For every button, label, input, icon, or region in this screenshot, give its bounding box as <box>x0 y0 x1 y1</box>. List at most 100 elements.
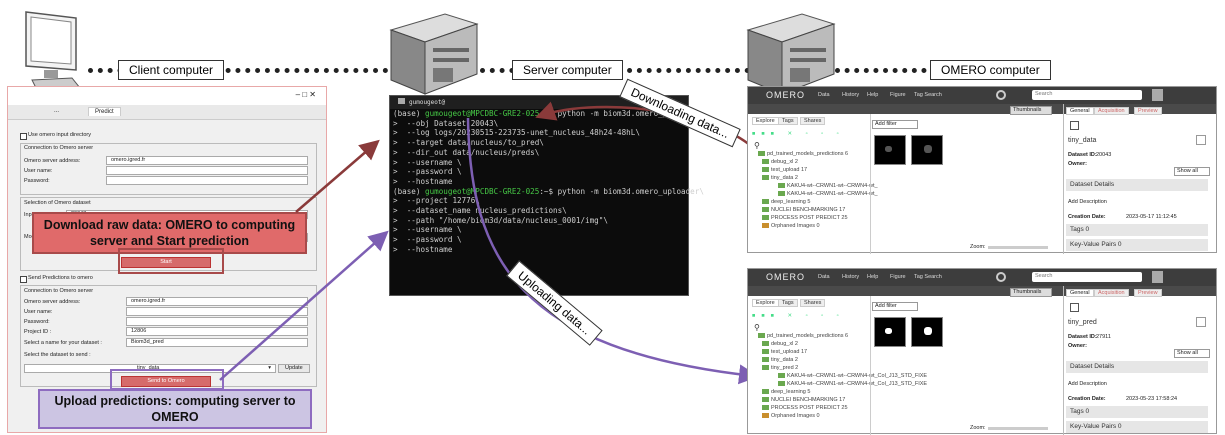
dataset-details-section[interactable]: Dataset Details <box>1066 361 1208 373</box>
tree-item[interactable]: NUCLEI BENCHMARKING 17 <box>762 207 845 213</box>
tree-item[interactable]: Orphaned Images 0 <box>762 413 820 419</box>
tree-item[interactable]: KAKU4-wt--CRWN1-wt--CRWN4-wt_Col_J13_STD… <box>778 373 927 379</box>
avatar[interactable] <box>1152 89 1163 101</box>
folder-icon <box>778 373 785 379</box>
image-thumbnail[interactable] <box>911 135 943 165</box>
tree-item[interactable]: test_upload 17 <box>762 349 807 355</box>
tree-item[interactable]: pd_trained_models_predictions 6 <box>758 151 848 157</box>
folder-icon <box>762 405 769 411</box>
show-all-select[interactable]: Show all <box>1174 167 1210 176</box>
omero-toolbar: ■■■ ✕ ▫ ▫ ▫ <box>752 313 845 319</box>
omero-right-tab[interactable]: General <box>1066 289 1094 297</box>
avatar[interactable] <box>1152 271 1163 283</box>
omero-menu-item[interactable]: Data <box>818 92 830 98</box>
omero-logo: OMERO <box>766 90 806 100</box>
omero-menu-item[interactable]: Help <box>867 274 878 280</box>
gear-icon[interactable] <box>996 272 1006 282</box>
tree-item[interactable]: KAKU4-wt--CRWN1-wt--CRWN4-wt_ <box>778 183 878 189</box>
edit-icon[interactable] <box>1196 135 1206 145</box>
tags-section[interactable]: Tags 0 <box>1066 406 1208 418</box>
omero-menu-item[interactable]: Tag Search <box>914 92 942 98</box>
omero-search-input[interactable]: Search <box>1032 90 1142 100</box>
creation-date-label: Creation Date: <box>1068 214 1106 220</box>
tags-section[interactable]: Tags 0 <box>1066 224 1208 236</box>
omero-logo: OMERO <box>766 272 806 282</box>
gear-icon[interactable] <box>996 90 1006 100</box>
omero-topbar: OMERO Data History Help Figure Tag Search Sear… <box>748 269 1216 286</box>
dataset-details-section[interactable]: Dataset Details <box>1066 179 1208 191</box>
omero-right-tab[interactable]: Acquisition <box>1094 289 1129 297</box>
folder-icon <box>762 199 769 205</box>
omero-left-tab[interactable]: Tags <box>778 299 798 307</box>
omero-right-divider <box>1063 286 1064 435</box>
tree-item[interactable]: KAKU4-wt--CRWN1-wt--CRWN4-wt_Col_J13_STD… <box>778 381 927 387</box>
creation-date-label: Creation Date: <box>1068 396 1106 402</box>
omero-right-tab[interactable]: General <box>1066 107 1094 115</box>
zoom-label: Zoom: <box>970 244 986 250</box>
dataset-id: 27911 <box>1096 334 1111 340</box>
folder-icon <box>762 175 769 181</box>
tree-item[interactable]: debug_xl 2 <box>762 159 798 165</box>
folder-icon <box>778 381 785 387</box>
dataset-icon <box>1070 303 1079 312</box>
thumbnails-select[interactable]: Thumbnails <box>1010 106 1052 115</box>
folder-icon <box>762 357 769 363</box>
dataset-id-label: Dataset ID: <box>1068 334 1097 340</box>
owner-label: Owner: <box>1068 161 1087 167</box>
omero-left-tab[interactable]: Explore <box>752 299 779 307</box>
creation-date: 2023-05-23 17:58:24 <box>1126 396 1178 402</box>
omero-menu-item[interactable]: History <box>842 92 859 98</box>
omero-right-tab[interactable]: Acquisition <box>1094 107 1129 115</box>
tree-item[interactable]: debug_xl 2 <box>762 341 798 347</box>
add-description[interactable]: Add Description <box>1068 199 1107 205</box>
omero-search-input[interactable]: Search <box>1032 272 1142 282</box>
omero-menu-item[interactable]: Help <box>867 92 878 98</box>
thumbnails-select[interactable]: Thumbnails <box>1010 288 1052 297</box>
user-icon: ⚲ <box>754 141 760 150</box>
tree-item[interactable]: PROCESS POST PREDICT 25 <box>762 405 848 411</box>
omero-menu-item[interactable]: Figure <box>890 274 906 280</box>
omero-menu-item[interactable]: Data <box>818 274 830 280</box>
dataset-id: 20043 <box>1096 152 1112 158</box>
omero-left-tab[interactable]: Tags <box>778 117 798 125</box>
tree-item[interactable]: tiny_data 2 <box>762 357 798 363</box>
add-filter-select[interactable]: Add filter <box>872 302 918 311</box>
tree-item[interactable]: tiny_pred 2 <box>762 365 798 371</box>
tree-item[interactable]: deep_learning 5 <box>762 389 810 395</box>
key-value-section[interactable]: Key-Value Pairs 0 <box>1066 421 1208 433</box>
folder-icon <box>778 183 785 189</box>
omero-topbar: OMERO Data History Help Figure Tag Search Sear… <box>748 87 1216 104</box>
zoom-slider[interactable] <box>988 246 1048 249</box>
folder-icon <box>762 365 769 371</box>
omero-right-tab[interactable]: Preview <box>1134 289 1162 297</box>
tree-item[interactable]: Orphaned Images 0 <box>762 223 820 229</box>
tree-item[interactable]: test_upload 17 <box>762 167 807 173</box>
tree-item[interactable]: PROCESS POST PREDICT 25 <box>762 215 848 221</box>
key-value-section[interactable]: Key-Value Pairs 0 <box>1066 239 1208 251</box>
image-thumbnail[interactable] <box>874 317 906 347</box>
tree-item[interactable]: deep_learning 5 <box>762 199 810 205</box>
omero-center-divider <box>870 296 871 435</box>
arrow-server-to-client-download <box>295 139 380 213</box>
omero-right-tab[interactable]: Preview <box>1134 107 1162 115</box>
tree-item[interactable]: pd_trained_models_predictions 6 <box>758 333 848 339</box>
zoom-slider[interactable] <box>988 427 1048 430</box>
omero-left-tab[interactable]: Shares <box>800 299 826 307</box>
edit-icon[interactable] <box>1196 317 1206 327</box>
omero-menu-item[interactable]: History <box>842 274 859 280</box>
add-filter-select[interactable]: Add filter <box>872 120 918 129</box>
tree-item[interactable]: tiny_data 2 <box>762 175 798 181</box>
tree-item[interactable]: NUCLEI BENCHMARKING 17 <box>762 397 845 403</box>
show-all-select[interactable]: Show all <box>1174 349 1210 358</box>
folder-icon <box>762 215 769 221</box>
omero-left-tab[interactable]: Shares <box>800 117 826 125</box>
image-thumbnail[interactable] <box>911 317 943 347</box>
folder-icon <box>758 333 765 339</box>
folder-icon <box>762 397 769 403</box>
omero-left-tab[interactable]: Explore <box>752 117 779 125</box>
image-thumbnail[interactable] <box>874 135 906 165</box>
add-description[interactable]: Add Description <box>1068 381 1107 387</box>
omero-menu-item[interactable]: Tag Search <box>914 274 942 280</box>
omero-menu-item[interactable]: Figure <box>890 92 906 98</box>
tree-item[interactable]: KAKU4-wt--CRWN1-wt--CRWN4-wt_ <box>778 191 878 197</box>
